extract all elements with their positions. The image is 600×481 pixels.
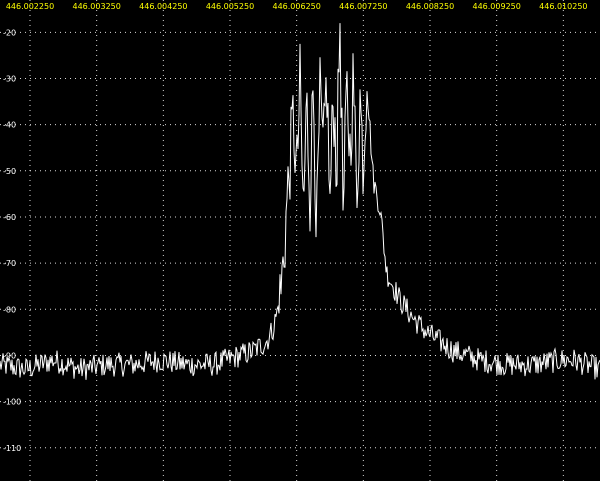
x-tick-label: 446.009250 bbox=[472, 2, 520, 11]
spectrum-chart: 446.002250 446.003250 446.004250 446.005250… bbox=[0, 0, 600, 481]
x-tick-label: 446.007250 bbox=[339, 2, 387, 11]
y-tick-label: -110 bbox=[3, 444, 21, 453]
x-tick-label: 446.010250 bbox=[539, 2, 587, 11]
x-axis-ticks: 446.002250 446.003250 446.004250 446.005250… bbox=[6, 2, 588, 11]
x-tick-label: 446.002250 bbox=[6, 2, 54, 11]
y-tick-label: -40 bbox=[3, 121, 16, 130]
x-tick-label: 446.006250 bbox=[272, 2, 320, 11]
y-tick-label: -50 bbox=[3, 167, 16, 176]
x-tick-label: 446.004250 bbox=[139, 2, 187, 11]
y-tick-label: -20 bbox=[3, 28, 16, 37]
y-tick-label: -70 bbox=[3, 259, 16, 268]
y-tick-label: -100 bbox=[3, 398, 21, 407]
y-tick-label: -80 bbox=[3, 305, 16, 314]
y-tick-label: -30 bbox=[3, 74, 16, 83]
x-tick-label: 446.003250 bbox=[72, 2, 120, 11]
x-tick-label: 446.008250 bbox=[406, 2, 454, 11]
x-tick-label: 446.005250 bbox=[206, 2, 254, 11]
y-tick-label: -60 bbox=[3, 213, 16, 222]
